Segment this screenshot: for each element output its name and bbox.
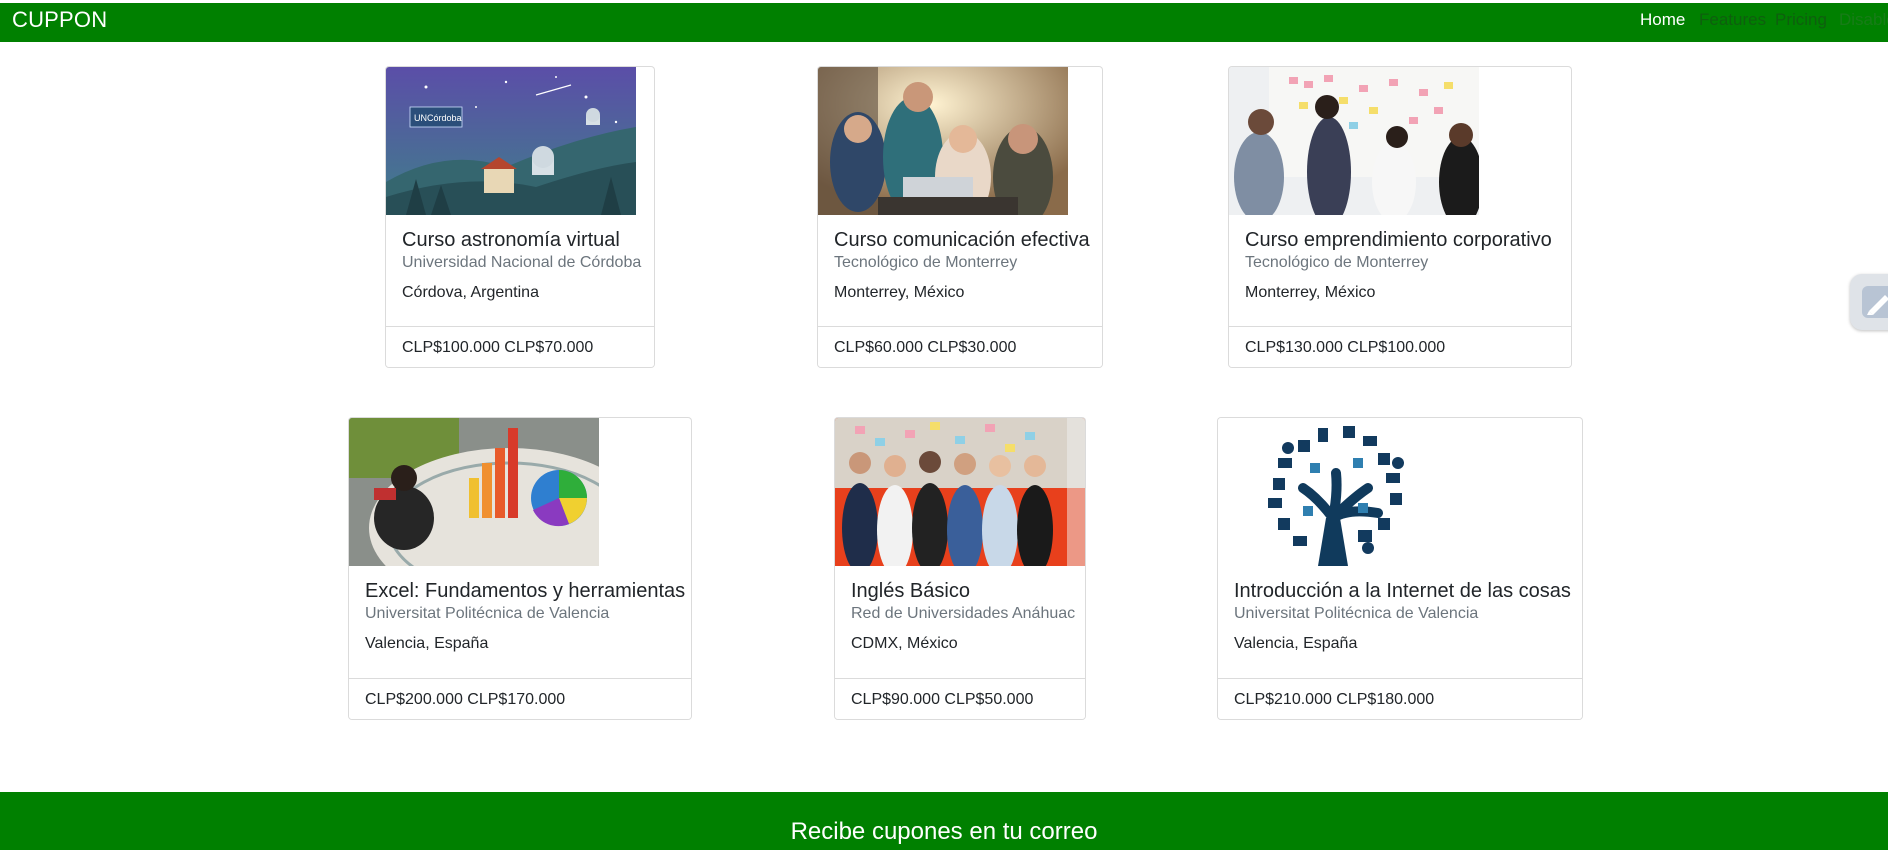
- course-title: Inglés Básico: [851, 580, 970, 602]
- course-card[interactable]: UNCórdoba Curso astronomía virtual Unive…: [385, 66, 655, 368]
- course-image-excel: [349, 418, 599, 566]
- course-prices: CLP$90.000 CLP$50.000: [835, 678, 1085, 719]
- course-institution: Universidad Nacional de Córdoba: [402, 254, 642, 271]
- nav-link-home[interactable]: Home: [1640, 10, 1685, 30]
- course-location: CDMX, México: [851, 635, 958, 652]
- nav-link-disabled: Disabled: [1839, 10, 1888, 29]
- course-image-english: [835, 418, 1085, 566]
- course-institution: Tecnológico de Monterrey: [1245, 254, 1429, 271]
- course-prices: CLP$210.000 CLP$180.000: [1218, 678, 1582, 719]
- course-card[interactable]: Excel: Fundamentos y herramientas Univer…: [348, 417, 692, 720]
- course-title: Curso astronomía virtual: [402, 229, 620, 251]
- pen-icon: [1862, 286, 1888, 318]
- course-institution: Universitat Politécnica de Valencia: [1234, 605, 1479, 622]
- course-title: Excel: Fundamentos y herramientas: [365, 580, 686, 602]
- course-prices: CLP$100.000 CLP$70.000: [386, 326, 654, 367]
- course-prices: CLP$130.000 CLP$100.000: [1229, 326, 1571, 367]
- course-card[interactable]: Curso emprendimiento corporativo Tecnoló…: [1228, 66, 1572, 368]
- svg-text:UNCórdoba: UNCórdoba: [414, 113, 462, 123]
- course-institution: Universitat Politécnica de Valencia: [365, 605, 610, 622]
- newsletter-title: Recibe cupones en tu correo: [790, 818, 1098, 845]
- newsletter-section: Recibe cupones en tu correo: [0, 792, 1888, 850]
- brand-logo-link[interactable]: CUPPON: [12, 7, 107, 33]
- course-location: Valencia, España: [365, 635, 489, 652]
- course-location: Monterrey, México: [1245, 284, 1376, 301]
- floating-side-tab[interactable]: [1850, 274, 1888, 330]
- course-card[interactable]: Curso comunicación efectiva Tecnológico …: [817, 66, 1103, 368]
- course-image-communication: [818, 67, 1068, 215]
- course-card[interactable]: Inglés Básico Red de Universidades Anáhu…: [834, 417, 1086, 720]
- course-location: Valencia, España: [1234, 635, 1358, 652]
- nav-link-pricing[interactable]: Pricing: [1775, 10, 1827, 30]
- top-navbar: CUPPON Home Features Pricing Disabled: [0, 3, 1888, 42]
- course-title: Curso comunicación efectiva: [834, 229, 1090, 251]
- course-card[interactable]: Introducción a la Internet de las cosas …: [1217, 417, 1583, 720]
- course-location: Monterrey, México: [834, 284, 965, 301]
- course-title: Introducción a la Internet de las cosas: [1234, 580, 1571, 602]
- course-location: Córdova, Argentina: [402, 284, 539, 301]
- course-image-entrepreneurship: [1229, 67, 1479, 215]
- nav-link-features[interactable]: Features: [1699, 10, 1766, 30]
- course-prices: CLP$60.000 CLP$30.000: [818, 326, 1102, 367]
- course-institution: Red de Universidades Anáhuac: [851, 605, 1076, 622]
- course-prices: CLP$200.000 CLP$170.000: [349, 678, 691, 719]
- course-image-iot: [1218, 418, 1468, 566]
- course-title: Curso emprendimiento corporativo: [1245, 229, 1552, 251]
- course-institution: Tecnológico de Monterrey: [834, 254, 1018, 271]
- course-image-astronomy: UNCórdoba: [386, 67, 636, 215]
